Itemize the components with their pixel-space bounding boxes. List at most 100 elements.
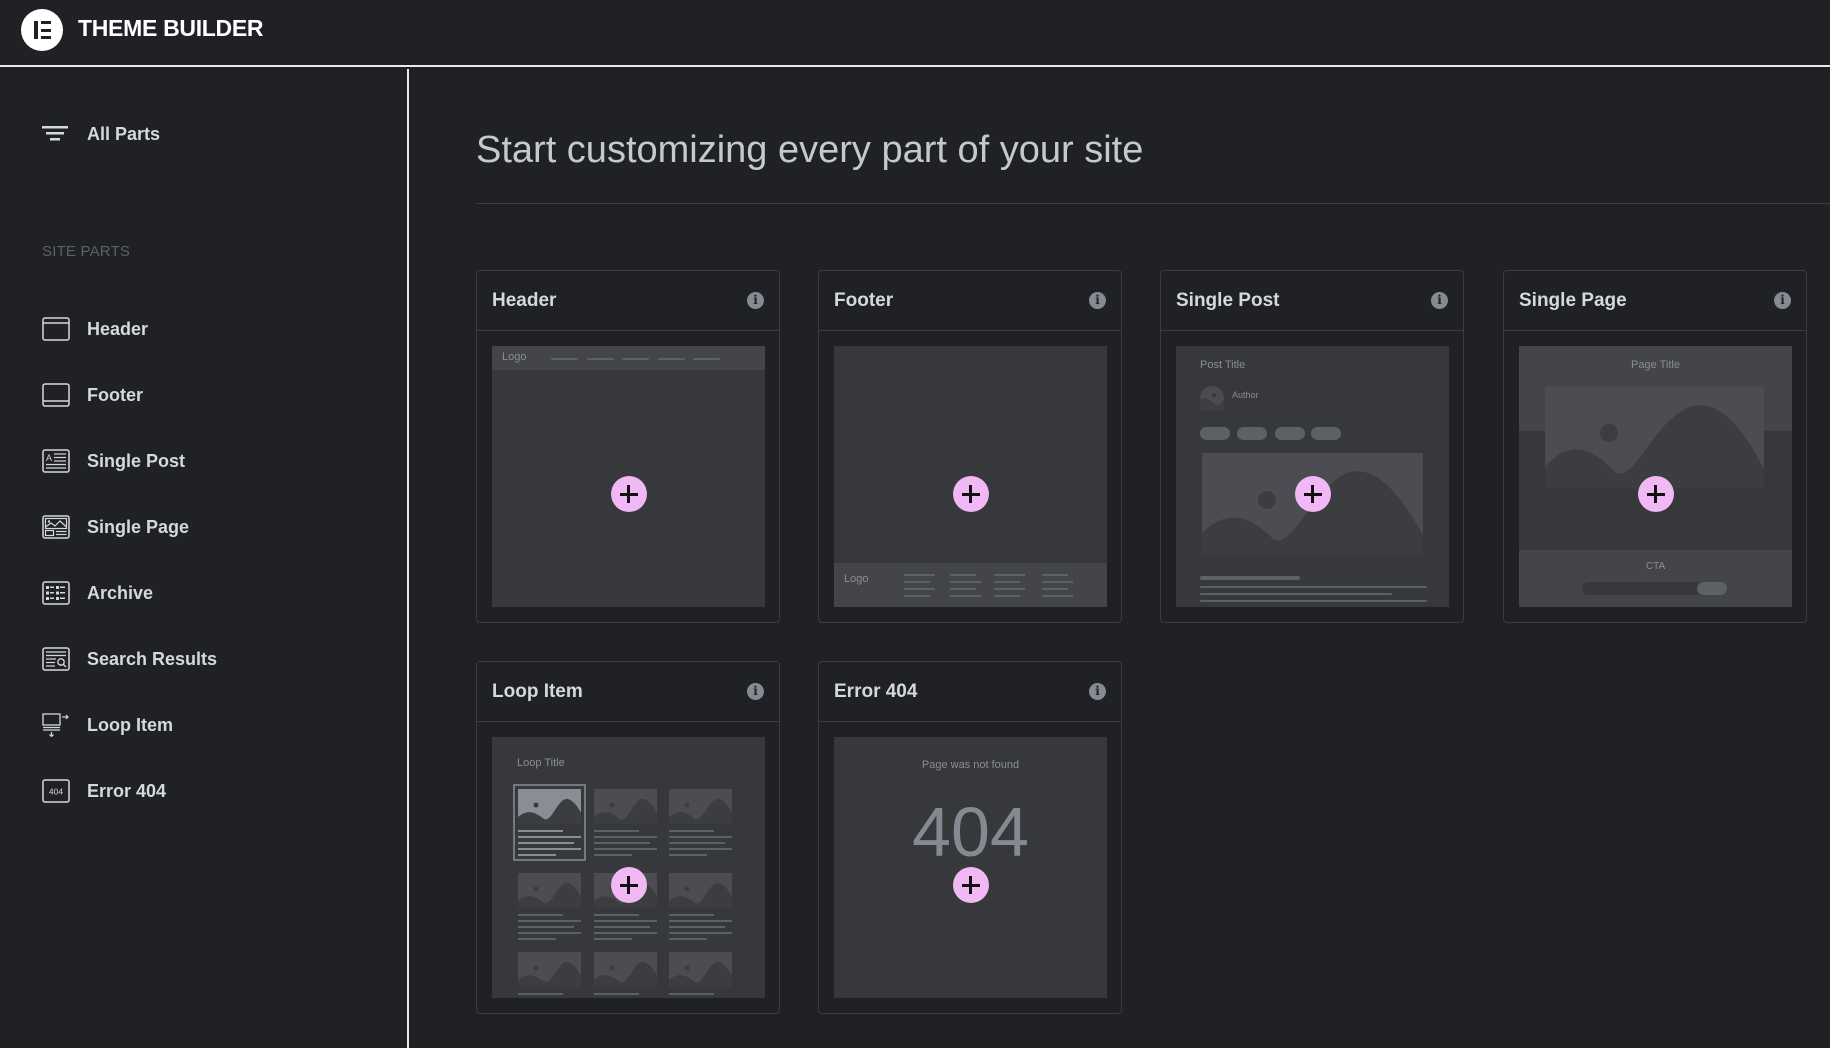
info-icon[interactable]: i xyxy=(1089,683,1106,700)
preview-nav-line xyxy=(587,358,614,360)
loop-card-placeholder xyxy=(513,784,586,861)
preview-nav-line xyxy=(551,358,578,360)
preview-cta-knob xyxy=(1697,582,1727,595)
card-title: Header xyxy=(492,290,557,311)
card-title: Single Post xyxy=(1176,290,1280,311)
preview-text-line xyxy=(1200,600,1427,602)
card-header-bar: Single Post i xyxy=(1161,271,1463,331)
card-preview[interactable]: Logo xyxy=(834,346,1107,607)
preview-logo-text: Logo xyxy=(844,573,869,585)
card-preview[interactable]: Page was not found 404 xyxy=(834,737,1107,998)
footer-layout-icon xyxy=(42,383,70,407)
sidebar-item-label: Search Results xyxy=(87,648,218,669)
sidebar-item-loop-item[interactable]: Loop Item xyxy=(42,710,382,740)
page-title: Start customizing every part of your sit… xyxy=(476,129,1144,171)
card-header-bar: Header i xyxy=(477,271,779,331)
site-parts-label: SITE PARTS xyxy=(42,243,131,260)
loop-card-placeholder xyxy=(594,952,657,995)
card-preview[interactable]: Logo xyxy=(492,346,765,607)
preview-nav-line xyxy=(622,358,649,360)
preview-author: Author xyxy=(1232,390,1259,400)
card-header[interactable]: Header i Logo xyxy=(476,270,780,623)
sidebar-item-label: Single Post xyxy=(87,450,186,471)
preview-nav-line xyxy=(693,358,720,360)
preview-tag xyxy=(1275,427,1305,440)
preview-text-line xyxy=(1200,586,1427,588)
error-404-icon: 404 xyxy=(42,779,70,803)
loop-card-placeholder xyxy=(669,873,732,940)
info-icon[interactable]: i xyxy=(1774,292,1791,309)
sidebar-item-label: Archive xyxy=(87,582,154,603)
author-avatar-icon xyxy=(1200,386,1224,410)
card-header-bar: Footer i xyxy=(819,271,1121,331)
preview-footer-links xyxy=(904,574,1073,597)
preview-cta-band xyxy=(1519,550,1792,607)
plus-icon[interactable] xyxy=(952,867,989,903)
header-layout-icon xyxy=(42,317,70,341)
info-icon[interactable]: i xyxy=(747,683,764,700)
preview-page-title: Page Title xyxy=(1631,359,1680,371)
plus-icon[interactable] xyxy=(952,476,989,512)
card-title: Footer xyxy=(834,290,894,311)
card-header-bar: Error 404 i xyxy=(819,662,1121,722)
card-header-bar: Single Page i xyxy=(1504,271,1806,331)
sidebar-item-label: Header xyxy=(87,318,149,339)
preview-tag xyxy=(1237,427,1267,440)
sidebar-item-label: Loop Item xyxy=(87,714,173,735)
single-post-icon: A xyxy=(42,449,70,473)
loop-card-placeholder xyxy=(594,789,657,856)
card-header-bar: Loop Item i xyxy=(477,662,779,722)
image-placeholder-icon xyxy=(1545,387,1764,488)
card-loop-item[interactable]: Loop Item i Loop Title xyxy=(476,661,780,1014)
preview-post-title: Post Title xyxy=(1200,359,1246,371)
sidebar-item-single-post[interactable]: A Single Post xyxy=(42,446,382,476)
plus-icon[interactable] xyxy=(1637,476,1674,512)
card-title: Loop Item xyxy=(492,681,583,702)
card-preview[interactable]: Loop Title xyxy=(492,737,765,998)
elementor-logo-icon xyxy=(21,9,63,51)
sidebar-item-label: All Parts xyxy=(87,123,161,144)
sidebar-item-footer[interactable]: Footer xyxy=(42,380,382,410)
preview-tag xyxy=(1200,427,1230,440)
sidebar: All Parts SITE PARTS Header Footer A Sin… xyxy=(0,69,409,1048)
card-preview[interactable]: Post Title Author xyxy=(1176,346,1449,607)
sidebar-item-search-results[interactable]: Search Results xyxy=(42,644,382,674)
card-title: Error 404 xyxy=(834,681,918,702)
preview-logo-text: Logo xyxy=(502,351,527,363)
plus-icon[interactable] xyxy=(610,476,647,512)
card-single-page[interactable]: Single Page i Page Title CTA xyxy=(1503,270,1807,623)
card-preview[interactable]: Page Title CTA xyxy=(1519,346,1792,607)
filter-icon xyxy=(42,126,68,141)
svg-text:A: A xyxy=(46,453,52,463)
preview-404-code: 404 xyxy=(912,793,1029,871)
main-content: Start customizing every part of your sit… xyxy=(411,69,1830,1048)
sidebar-item-error-404[interactable]: 404 Error 404 xyxy=(42,776,382,806)
loop-card-placeholder xyxy=(669,952,732,995)
info-icon[interactable]: i xyxy=(1089,292,1106,309)
sidebar-item-label: Error 404 xyxy=(87,780,167,801)
sidebar-item-label: Footer xyxy=(87,384,143,405)
card-single-post[interactable]: Single Post i Post Title Author xyxy=(1160,270,1464,623)
single-page-icon xyxy=(42,515,70,539)
sidebar-item-header[interactable]: Header xyxy=(42,314,382,344)
loop-card-placeholder xyxy=(669,789,732,856)
preview-cta-text: CTA xyxy=(1645,561,1666,572)
svg-text:404: 404 xyxy=(49,787,63,797)
plus-icon[interactable] xyxy=(1294,476,1331,512)
info-icon[interactable]: i xyxy=(1431,292,1448,309)
preview-nav-line xyxy=(658,358,685,360)
preview-text-line xyxy=(1200,593,1392,595)
sidebar-item-label: Single Page xyxy=(87,516,190,537)
card-error-404[interactable]: Error 404 i Page was not found 404 xyxy=(818,661,1122,1014)
preview-tag xyxy=(1311,427,1341,440)
app-title: THEME BUILDER xyxy=(78,15,264,41)
plus-icon[interactable] xyxy=(610,867,647,903)
preview-text-line xyxy=(1200,576,1300,580)
search-results-icon xyxy=(42,647,70,671)
sidebar-item-archive[interactable]: Archive xyxy=(42,578,382,608)
loop-card-placeholder xyxy=(518,952,581,995)
loop-card-placeholder xyxy=(518,873,581,940)
sidebar-item-single-page[interactable]: Single Page xyxy=(42,512,382,542)
card-footer[interactable]: Footer i Logo xyxy=(818,270,1122,623)
info-icon[interactable]: i xyxy=(747,292,764,309)
